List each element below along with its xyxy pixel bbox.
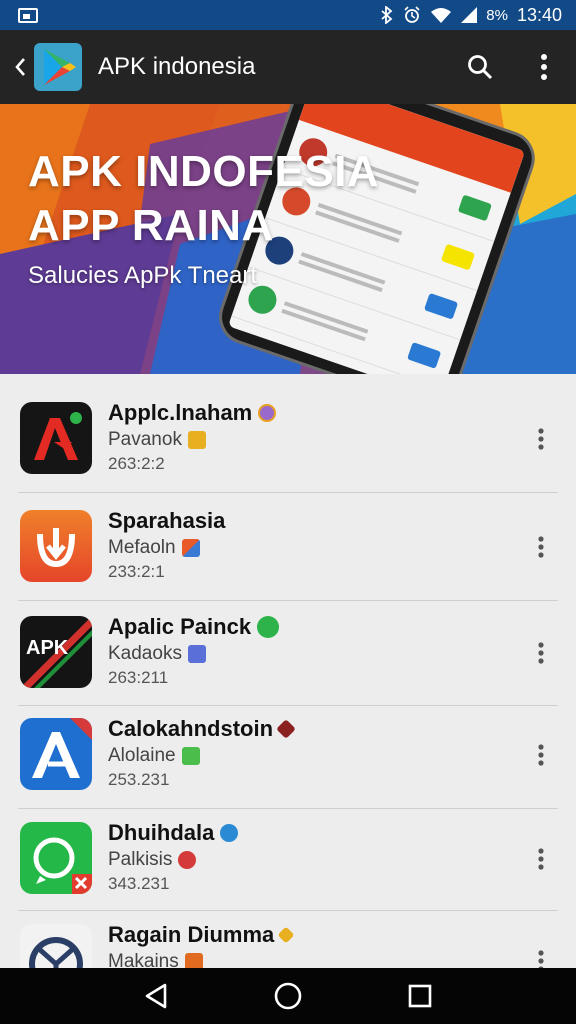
item-overflow-icon[interactable] bbox=[526, 638, 556, 668]
publisher-badge-icon bbox=[181, 747, 200, 765]
publisher-badge-icon bbox=[178, 851, 197, 869]
app-title: APK indonesia bbox=[98, 53, 256, 80]
app-meta: 263:2:2 bbox=[108, 454, 165, 473]
verified-badge-icon bbox=[257, 616, 280, 638]
wifi-icon bbox=[431, 8, 452, 23]
blue-a-app-icon[interactable] bbox=[20, 718, 92, 790]
svg-text:APK: APK bbox=[26, 637, 69, 659]
publisher-badge-icon bbox=[181, 539, 200, 557]
signal-icon bbox=[461, 7, 478, 23]
app-publisher: Makains bbox=[108, 951, 179, 968]
status-time: 13:40 bbox=[516, 4, 562, 25]
banner-title-line2: APP RAINA bbox=[28, 201, 274, 250]
app-name: Dhuihdala bbox=[108, 820, 215, 845]
list-item[interactable]: Ragain Diumma Makains bbox=[0, 896, 576, 968]
list-item[interactable]: APK Apalic Painck Kadaoks 263:211 bbox=[0, 588, 576, 695]
verified-badge-icon bbox=[258, 404, 277, 422]
item-overflow-icon[interactable] bbox=[526, 424, 556, 454]
publisher-badge-icon bbox=[187, 431, 206, 449]
list-item[interactable]: Calokahndstoin Alolaine 253.231 bbox=[0, 690, 576, 797]
list-item[interactable]: Applc.lnaham Pavanok 263:2:2 bbox=[0, 374, 576, 481]
green-phone-app-icon[interactable] bbox=[20, 822, 92, 894]
bluetooth-icon bbox=[381, 6, 393, 24]
app-publisher: Palkisis bbox=[108, 849, 173, 870]
app-bar: APK indonesia bbox=[0, 30, 576, 104]
app-publisher: Pavanok bbox=[108, 429, 182, 450]
app-publisher: Alolaine bbox=[108, 745, 176, 766]
home-circle-icon[interactable] bbox=[258, 968, 318, 1024]
verified-badge-icon bbox=[277, 926, 295, 944]
item-overflow-icon[interactable] bbox=[526, 844, 556, 874]
app-list: Applc.lnaham Pavanok 263:2:2 Sparahasia … bbox=[0, 374, 576, 968]
app-meta: 253.231 bbox=[108, 770, 170, 789]
app-publisher: Mefaoln bbox=[108, 537, 176, 558]
back-icon[interactable] bbox=[8, 30, 32, 104]
alarm-icon bbox=[404, 6, 420, 23]
recents-square-icon[interactable] bbox=[390, 968, 450, 1024]
overflow-menu-icon[interactable] bbox=[522, 30, 566, 104]
back-triangle-icon[interactable] bbox=[126, 968, 186, 1024]
app-publisher: Kadaoks bbox=[108, 643, 182, 664]
app-meta: 233:2:1 bbox=[108, 562, 165, 581]
list-item[interactable]: Dhuihdala Palkisis 343.231 bbox=[0, 794, 576, 901]
app-name: Calokahndstoin bbox=[108, 716, 274, 741]
banner-title-line1: APK INDOFESIA bbox=[28, 147, 380, 196]
promo-banner[interactable]: APK INDOFESIA APP RAINA Salucies ApPk Tn… bbox=[0, 104, 576, 374]
notification-icon bbox=[18, 7, 38, 23]
app-meta: 343.231 bbox=[108, 874, 170, 893]
orange-download-app-icon[interactable] bbox=[20, 510, 92, 582]
verified-badge-icon bbox=[276, 719, 296, 739]
steering-wheel-app-icon[interactable] bbox=[20, 924, 92, 968]
status-bar: 8% 13:40 bbox=[0, 0, 576, 30]
battery-text: 8% bbox=[486, 6, 508, 24]
app-name: Applc.lnaham bbox=[108, 400, 253, 425]
system-nav-bar bbox=[0, 968, 576, 1024]
search-icon[interactable] bbox=[458, 30, 502, 104]
apk-black-app-icon[interactable]: APK bbox=[20, 616, 92, 688]
red-arrow-app-icon[interactable] bbox=[20, 402, 92, 474]
publisher-badge-icon bbox=[184, 953, 203, 968]
publisher-badge-icon bbox=[187, 645, 206, 663]
app-name: Sparahasia bbox=[108, 508, 226, 533]
item-overflow-icon[interactable] bbox=[526, 946, 556, 968]
list-item[interactable]: Sparahasia Mefaoln 233:2:1 bbox=[0, 482, 576, 589]
verified-badge-icon bbox=[220, 824, 239, 842]
app-name: Apalic Painck bbox=[108, 614, 252, 639]
item-overflow-icon[interactable] bbox=[526, 532, 556, 562]
item-overflow-icon[interactable] bbox=[526, 740, 556, 770]
play-logo-icon bbox=[34, 43, 82, 91]
app-meta: 263:211 bbox=[108, 668, 169, 687]
app-name: Ragain Diumma bbox=[108, 922, 275, 947]
banner-subtitle: Salucies ApPk Tneart bbox=[28, 262, 258, 289]
